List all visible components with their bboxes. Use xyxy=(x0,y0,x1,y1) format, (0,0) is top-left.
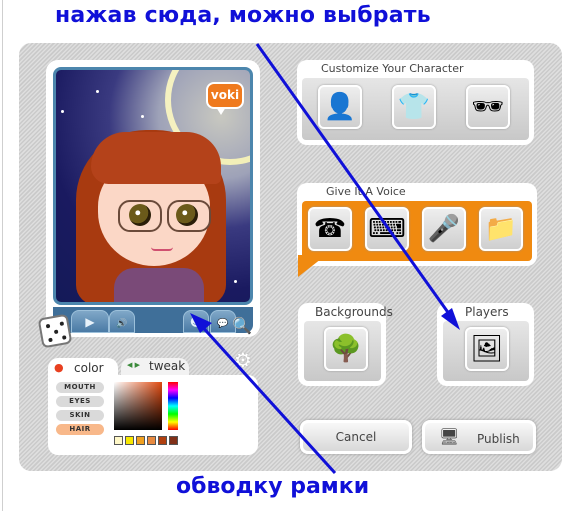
player-controls-bar: ▶ 🔊 ☻ 💬 xyxy=(53,307,253,333)
backgrounds-title: Backgrounds xyxy=(315,305,393,319)
star xyxy=(61,110,64,113)
zoom-icon[interactable]: 🔍 xyxy=(232,316,252,336)
tab-tweak[interactable]: ◀ ▶ tweak xyxy=(121,358,189,375)
star xyxy=(234,280,237,283)
speaker-icon: 🔊 xyxy=(116,319,128,329)
glasses-left-lens xyxy=(118,200,162,232)
part-hair-button[interactable]: HAIR xyxy=(56,424,104,435)
star xyxy=(141,115,144,118)
tree-icon: 🌳 xyxy=(329,334,363,364)
color-swatch[interactable] xyxy=(136,436,145,445)
phone-icon: ☎ xyxy=(313,214,347,244)
play-icon: ▶ xyxy=(85,315,95,329)
publish-label: Publish xyxy=(477,432,520,446)
play-button[interactable]: ▶ xyxy=(71,310,109,333)
color-swatch[interactable] xyxy=(114,436,123,445)
star xyxy=(96,90,99,93)
color-swatch[interactable] xyxy=(169,436,178,445)
voki-logo: voki xyxy=(206,82,244,115)
clothing-button[interactable]: 👕 xyxy=(392,85,436,129)
text-to-speech-button[interactable]: ⌨ xyxy=(365,207,409,251)
head-icon: 👤 xyxy=(323,92,357,122)
character-body xyxy=(114,268,204,302)
upload-button[interactable]: 📁 xyxy=(479,207,523,251)
head-button[interactable]: 👤 xyxy=(318,85,362,129)
part-skin-button[interactable]: SKIN xyxy=(56,410,104,421)
tab-color-label: color xyxy=(74,361,104,375)
gear-icon[interactable]: ⚙ xyxy=(234,348,252,372)
randomize-dice-button[interactable] xyxy=(37,313,73,349)
color-picker-area[interactable] xyxy=(114,382,162,430)
publish-button[interactable]: 🖥 Publish xyxy=(422,420,536,454)
character-preview: voki xyxy=(53,67,253,305)
speech-bubble-icon: 💬 xyxy=(217,319,229,329)
character-bangs xyxy=(91,132,221,184)
tab-tweak-label: tweak xyxy=(149,359,186,373)
backgrounds-button[interactable]: 🌳 xyxy=(324,327,368,371)
dice-pip xyxy=(61,335,67,340)
color-swatch[interactable] xyxy=(158,436,167,445)
customize-title: Customize Your Character xyxy=(321,62,464,75)
dice-pip xyxy=(48,337,53,343)
players-button[interactable]: 🖼 xyxy=(465,327,509,371)
part-eyes-button[interactable]: EYES xyxy=(56,396,104,407)
microphone-icon: 🎤 xyxy=(427,214,461,244)
hue-slider[interactable] xyxy=(168,382,178,430)
page-left-border xyxy=(2,0,3,511)
annotation-top-text: нажав сюда, можно выбрать xyxy=(55,3,431,28)
voice-title: Give It A Voice xyxy=(326,185,406,198)
monitor-icon: 🖥 xyxy=(439,427,460,446)
dice-pip xyxy=(59,321,65,327)
phone-button[interactable]: ☎ xyxy=(308,207,352,251)
cancel-button[interactable]: Cancel xyxy=(300,420,412,454)
microphone-button[interactable]: 🎤 xyxy=(422,207,466,251)
sunglasses-icon: 🕶 xyxy=(471,92,505,122)
color-palette-icon: ● xyxy=(54,361,64,374)
players-title: Players xyxy=(465,305,509,319)
color-swatch[interactable] xyxy=(125,436,134,445)
character-mouth xyxy=(151,247,173,251)
speech-tail xyxy=(298,255,326,277)
tweak-arrows-icon: ◀ ▶ xyxy=(127,361,140,369)
keyboard-icon: ⌨ xyxy=(368,214,406,244)
annotation-bottom-text: обводку рамки xyxy=(176,474,370,499)
part-mouth-button[interactable]: MOUTH xyxy=(56,382,104,393)
accessories-button[interactable]: 🕶 xyxy=(466,85,510,129)
shirt-icon: 👕 xyxy=(397,92,431,122)
volume-button[interactable]: 🔊 xyxy=(109,310,135,333)
folder-icon: 📁 xyxy=(484,214,518,244)
dice-pip xyxy=(45,323,51,329)
dice-pip xyxy=(53,329,59,335)
character-button[interactable]: ☻ xyxy=(183,310,209,333)
portrait-frame-icon: 🖼 xyxy=(470,334,504,364)
character-icon: ☻ xyxy=(189,315,203,329)
color-swatch[interactable] xyxy=(147,436,156,445)
glasses-right-lens xyxy=(167,200,211,232)
